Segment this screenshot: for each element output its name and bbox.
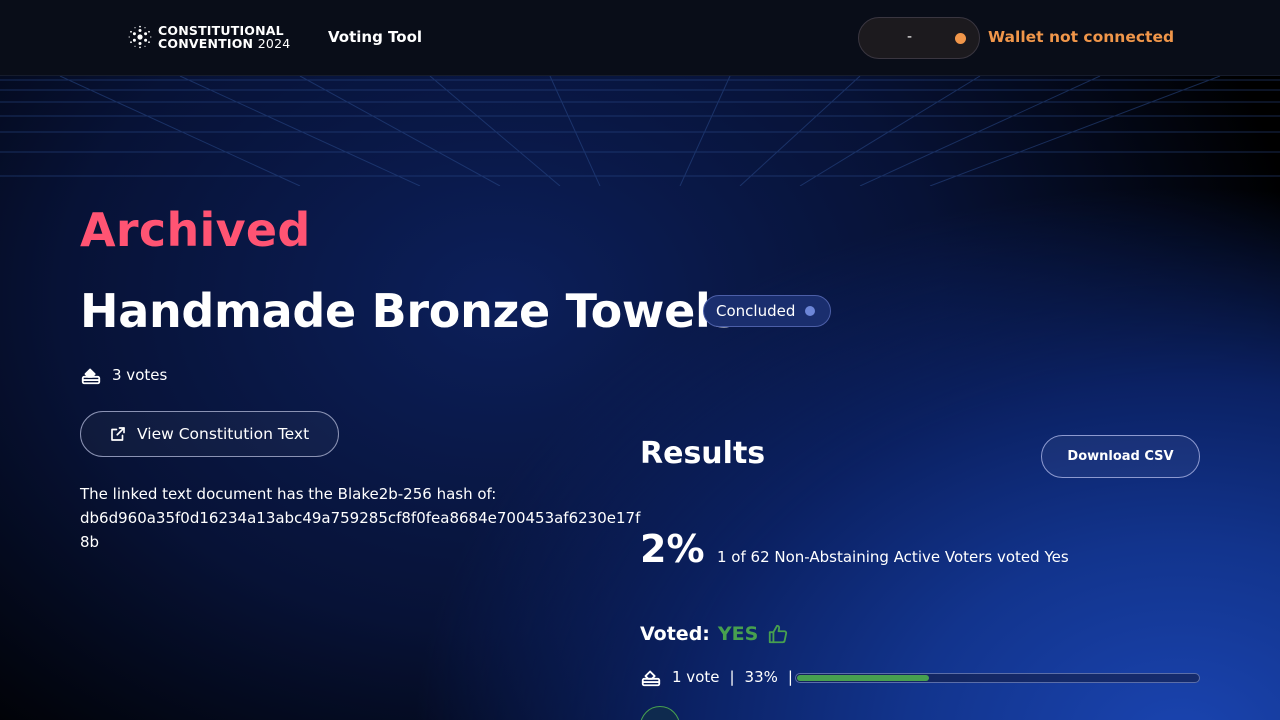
yes-vote-percent: 33% (744, 668, 778, 686)
status-badge-dot (805, 306, 816, 316)
voted-label: Voted: (640, 623, 710, 645)
tally-separator: | (729, 668, 735, 686)
yes-description: 1 of 62 Non-Abstaining Active Voters vot… (717, 548, 1069, 566)
top-nav-bar: CONSTITUTIONAL CONVENTION 2024 Voting To… (0, 0, 1280, 76)
wallet-connect-pill[interactable]: - (858, 17, 980, 59)
yes-percentage: 2% (640, 527, 705, 571)
hash-label: The linked text document has the Blake2b… (80, 485, 497, 503)
status-badge-label: Concluded (716, 302, 796, 320)
page-title: Handmade Bronze Towels (80, 284, 738, 338)
yes-progress-bar (795, 673, 1200, 683)
yes-tally-line: 1 vote | 33% | (640, 666, 793, 688)
wallet-status-text: Wallet not connected (988, 28, 1175, 46)
convention-logo[interactable]: CONSTITUTIONAL CONVENTION 2024 (128, 24, 290, 50)
status-badge: Concluded (703, 295, 831, 327)
background-grid (0, 76, 1280, 186)
votes-count-line: 3 votes (80, 364, 167, 386)
view-constitution-button[interactable]: View Constitution Text (80, 411, 339, 457)
nav-voting-tool[interactable]: Voting Tool (328, 28, 422, 46)
logo-year: 2024 (257, 36, 291, 51)
hash-value[interactable]: db6d960a35f0d16234a13abc49a759285cf8f0fe… (80, 506, 645, 554)
download-csv-button[interactable]: Download CSV (1041, 435, 1200, 478)
tally-separator: | (787, 668, 793, 686)
archived-label: Archived (80, 203, 311, 257)
external-link-icon (111, 427, 125, 441)
hash-description: The linked text document has the Blake2b… (80, 482, 645, 554)
logo-line-2: CONVENTION (158, 36, 254, 51)
voted-value: YES (717, 623, 759, 645)
ballot-box-icon (81, 368, 101, 385)
next-vote-option-icon (640, 706, 680, 720)
thumbs-up-icon (769, 624, 788, 644)
cardano-logo-icon (128, 25, 152, 49)
voted-line: Voted: YES (640, 623, 790, 645)
yes-vote-count: 1 vote (672, 668, 720, 686)
view-constitution-label: View Constitution Text (137, 425, 310, 443)
yes-progress-fill (797, 675, 929, 681)
ballot-box-icon (641, 670, 661, 687)
wallet-address: - (907, 29, 913, 45)
wallet-status-dot (955, 33, 966, 44)
votes-count: 3 votes (112, 366, 168, 384)
results-title: Results (640, 436, 766, 471)
